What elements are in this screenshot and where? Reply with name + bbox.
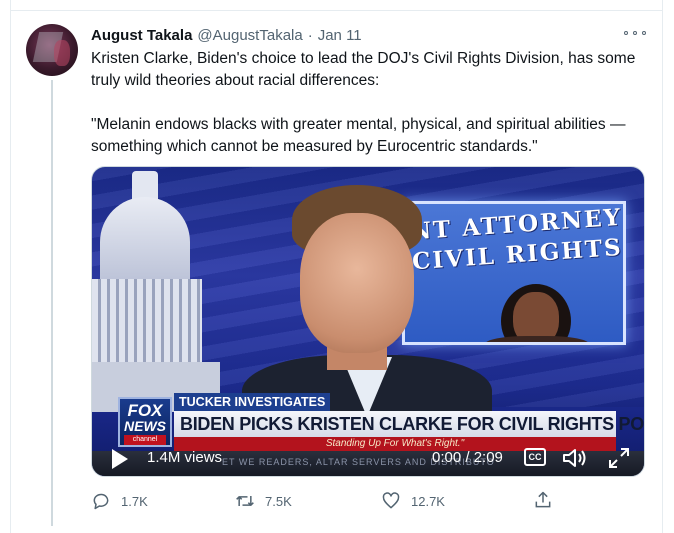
tweet-actions: 1.7K 7.5K 12.7K xyxy=(91,490,561,512)
retweet-button[interactable]: 7.5K xyxy=(235,490,292,512)
chyron-tag: TUCKER INVESTIGATES xyxy=(174,393,331,411)
avatar[interactable] xyxy=(26,24,78,76)
more-dot xyxy=(642,31,646,35)
video-player[interactable]: NT ATTORNEY CIVIL RIGHTS FOX NEWS channe… xyxy=(91,166,645,477)
frame-right-border xyxy=(662,0,663,533)
logo-channel: channel xyxy=(124,435,166,445)
capitol-dome xyxy=(100,197,190,287)
like-button[interactable]: 12.7K xyxy=(381,490,445,512)
tweet-quote: "Melanin endows blacks with greater ment… xyxy=(91,116,626,155)
like-icon xyxy=(382,492,400,509)
more-icon[interactable] xyxy=(624,26,646,40)
tweet-date[interactable]: Jan 11 xyxy=(318,27,362,44)
tweet-text: Kristen Clarke, Biden's choice to lead t… xyxy=(91,48,651,180)
retweet-count: 7.5K xyxy=(265,493,292,509)
video-time: 0:00 / 2:09 xyxy=(432,449,503,466)
frame-left-border xyxy=(10,0,11,533)
author-handle[interactable]: @AugustTakala xyxy=(197,27,302,44)
thread-line xyxy=(51,80,53,526)
reply-icon xyxy=(93,493,109,510)
author-name[interactable]: August Takala xyxy=(91,27,192,44)
capitol-image xyxy=(92,167,222,412)
reply-button[interactable]: 1.7K xyxy=(91,490,148,512)
anchor-face xyxy=(300,213,414,353)
more-dot xyxy=(624,31,628,35)
tweet-paragraph: Kristen Clarke, Biden's choice to lead t… xyxy=(91,50,636,89)
share-icon[interactable] xyxy=(533,490,553,510)
chyron-headline: BIDEN PICKS KRISTEN CLARKE FOR CIVIL RIG… xyxy=(174,411,644,437)
header-separator: · xyxy=(307,26,313,44)
reply-count: 1.7K xyxy=(121,493,148,509)
screen-person-body xyxy=(485,336,589,342)
retweet-icon xyxy=(236,496,254,506)
tweet-header: August Takala @AugustTakala · Jan 11 xyxy=(91,24,362,46)
capitol-columns xyxy=(92,279,202,369)
volume-icon[interactable] xyxy=(562,447,588,469)
view-count: 1.4M views xyxy=(147,449,223,466)
logo-fox: FOX xyxy=(127,401,163,420)
news-anchor xyxy=(242,185,492,445)
fox-news-logo: FOX NEWS channel xyxy=(118,397,172,447)
fullscreen-icon[interactable] xyxy=(607,446,631,470)
avatar-shape xyxy=(54,40,70,66)
logo-news: NEWS xyxy=(124,418,166,434)
more-dot xyxy=(633,31,637,35)
chyron-subtitle: Standing Up For What's Right." xyxy=(174,437,616,451)
play-icon[interactable] xyxy=(112,449,128,469)
frame-top-border xyxy=(10,10,663,11)
captions-button[interactable]: CC xyxy=(524,448,546,466)
like-count: 12.7K xyxy=(411,493,445,509)
